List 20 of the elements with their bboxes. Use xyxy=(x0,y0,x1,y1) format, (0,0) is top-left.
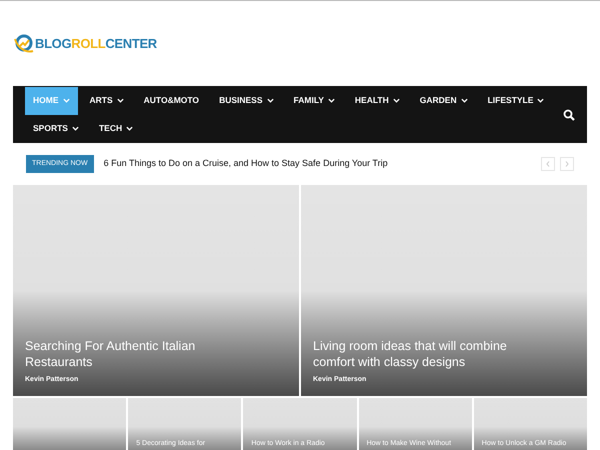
nav-item[interactable]: HEALTH xyxy=(346,86,408,114)
nav-item[interactable]: ARTS xyxy=(82,86,132,114)
logo-icon xyxy=(13,32,35,54)
nav-item[interactable]: FAMILY xyxy=(286,86,343,114)
featured-title[interactable]: Searching For Authentic Italian Restaurants xyxy=(25,338,287,370)
chevron-left-icon xyxy=(546,161,550,167)
nav-item[interactable]: AUTO&MOTO xyxy=(136,86,208,114)
post-card[interactable] xyxy=(13,398,126,450)
nav-item[interactable]: LIFESTYLE xyxy=(480,86,552,114)
search-icon[interactable] xyxy=(563,108,575,120)
chevron-right-icon xyxy=(565,161,569,167)
nav-item[interactable]: BUSINESS xyxy=(211,86,282,114)
prev-button[interactable] xyxy=(541,157,555,171)
logo-text[interactable]: BLOGROLLCENTER xyxy=(35,34,157,54)
featured-title[interactable]: Living room ideas that will combine comfort with classy designs xyxy=(313,338,575,370)
trending-headline[interactable]: 6 Fun Things to Do on a Cruise, and How to Stay Safe During Your Trip xyxy=(104,157,541,171)
nav-item[interactable]: SPORTS xyxy=(25,114,87,142)
nav-item[interactable]: TECH xyxy=(90,114,142,142)
next-button[interactable] xyxy=(560,157,574,171)
nav-item[interactable]: GARDEN xyxy=(412,86,476,114)
